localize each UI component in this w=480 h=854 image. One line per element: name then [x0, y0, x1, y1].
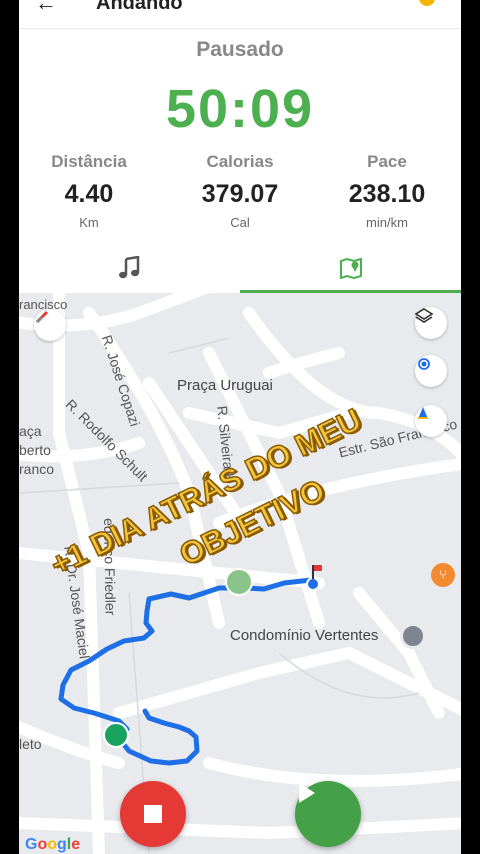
my-location-icon[interactable]: [415, 355, 447, 387]
stat-pace: Pace 238.10 min/km: [317, 152, 457, 230]
stat-distance: Distância 4.40 Km: [19, 152, 159, 230]
compass-icon[interactable]: [34, 309, 66, 341]
stat-calories: Calorias 379.07 Cal: [170, 152, 310, 230]
stat-value: 379.07: [201, 180, 279, 208]
stat-value: 238.10: [348, 180, 426, 208]
notification-icon[interactable]: [419, 0, 435, 6]
street-label: Praça Uruguai: [177, 377, 273, 394]
route-start-marker-icon: [103, 722, 129, 748]
stop-icon: [144, 805, 162, 823]
play-icon: [299, 783, 315, 803]
street-label: leto: [19, 736, 42, 752]
street-label: Condomínio Vertentes: [230, 627, 379, 644]
google-attribution: Google: [25, 836, 81, 853]
street-label: ranco: [19, 461, 55, 477]
stat-unit: min/km: [366, 215, 408, 230]
stat-label: Calorias: [206, 152, 274, 171]
park-marker-icon[interactable]: [225, 568, 253, 596]
elapsed-timer: 50:09: [165, 79, 315, 139]
activity-status: Pausado: [196, 38, 284, 61]
restaurant-icon[interactable]: ⑂: [431, 563, 455, 587]
poi-marker[interactable]: [400, 623, 426, 649]
street-label: aça: [19, 423, 42, 439]
back-arrow-icon[interactable]: ←: [35, 0, 57, 16]
stop-button[interactable]: [120, 781, 186, 847]
layers-icon[interactable]: [415, 307, 447, 339]
navigation-icon[interactable]: [415, 405, 447, 437]
stat-label: Pace: [367, 152, 407, 171]
tab-map[interactable]: [240, 243, 461, 293]
map-icon: [340, 257, 362, 279]
app-header: ← Andando: [19, 0, 461, 29]
stat-unit: Km: [79, 215, 99, 230]
stat-label: Distância: [51, 152, 127, 171]
music-note-icon: [119, 256, 140, 279]
stat-value: 4.40: [64, 180, 114, 208]
route-map[interactable]: rancisco R. José Copazi Praça Uruguai R.…: [19, 293, 461, 854]
street-label: berto: [19, 442, 51, 458]
stat-unit: Cal: [230, 215, 250, 230]
page-title: Andando: [96, 0, 183, 14]
app-screen: ← Andando Pausado 50:09 Distância 4.40 K…: [19, 0, 461, 854]
view-tabs: [19, 243, 461, 293]
tab-music[interactable]: [19, 243, 240, 293]
stats-panel: Distância 4.40 Km Calorias 379.07 Cal Pa…: [19, 152, 461, 232]
play-button[interactable]: [295, 781, 361, 847]
